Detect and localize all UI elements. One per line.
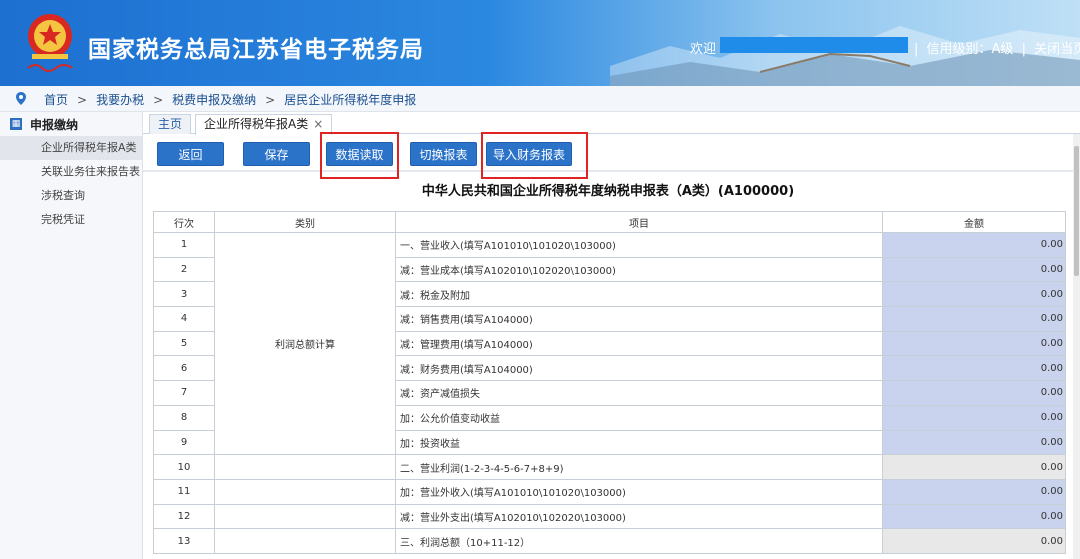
toolbar: 返回 保存 数据读取 切换报表 导入财务报表 — [143, 134, 1073, 172]
row-number: 12 — [153, 503, 215, 530]
amount-input-cell[interactable]: 0.00 — [882, 503, 1066, 530]
item-cell: 减：营业成本(填写A102010\102020\103000) — [395, 256, 883, 283]
sidebar-heading-label: 申报缴纳 — [30, 117, 79, 132]
close-page-link[interactable]: 关闭当页 — [1034, 42, 1080, 57]
breadcrumb-current: 居民企业所得税年度申报 — [284, 93, 417, 107]
category-cell-empty — [214, 503, 396, 530]
row-number: 2 — [153, 256, 215, 283]
table-row: 11 加：营业外收入(填写A101010\101020\103000) 0.00 — [153, 478, 1066, 505]
amount-computed-cell: 0.00 — [882, 454, 1066, 480]
table-header-row: 行次 类别 项目 金额 — [153, 211, 1066, 233]
table-row: 10 二、营业利润(1-2-3-4-5-6-7+8+9) 0.00 — [153, 454, 1066, 480]
row-number: 7 — [153, 380, 215, 406]
breadcrumb-declare[interactable]: 税费申报及缴纳 — [172, 93, 256, 107]
form-title: 中华人民共和国企业所得税年度纳税申报表（A类）(A100000) — [421, 184, 795, 199]
breadcrumb-bar: 首页 > 我要办税 > 税费申报及缴纳 > 居民企业所得税年度申报 — [0, 86, 1080, 112]
breadcrumb-separator: > — [265, 93, 276, 107]
amount-input-cell[interactable]: 0.00 — [882, 306, 1066, 332]
welcome-text: 欢迎 — [690, 42, 717, 57]
amount-input-cell[interactable]: 0.00 — [882, 330, 1066, 357]
sidebar-item-tax-query[interactable]: 涉税查询 — [0, 184, 142, 208]
item-cell: 减：财务费用(填写A104000) — [395, 355, 883, 382]
highlight-box-import — [481, 132, 588, 179]
tax-emblem-icon — [27, 14, 73, 72]
back-button[interactable]: 返回 — [157, 142, 224, 166]
item-cell: 三、利润总额（10+11-12） — [395, 528, 883, 554]
separator: | — [914, 42, 919, 57]
category-cell-empty — [214, 528, 396, 554]
row-number: 3 — [153, 281, 215, 308]
tab-annual-a[interactable]: 企业所得税年报A类 × — [195, 114, 333, 135]
item-cell: 加：营业外收入(填写A101010\101020\103000) — [395, 478, 883, 505]
site-header: 国家税务总局江苏省电子税务局 欢迎 | 信用级别：A级 | 关闭当页 — [0, 0, 1080, 86]
sidebar-item-related-report[interactable]: 关联业务往来报告表 — [0, 160, 142, 184]
table-row: 1 利润总额计算 一、营业收入(填写A101010\101020\103000) 0.… — [153, 231, 1066, 456]
scrollbar-thumb[interactable] — [1074, 146, 1079, 276]
row-number: 10 — [153, 454, 215, 480]
location-pin-icon — [16, 92, 26, 105]
tab-home-label: 主页 — [158, 117, 183, 131]
amount-input-cell[interactable]: 0.00 — [882, 281, 1066, 308]
item-cell: 减：营业外支出(填写A102010\102020\103000) — [395, 503, 883, 530]
category-cell-empty — [214, 478, 396, 505]
breadcrumb-taxes[interactable]: 我要办税 — [96, 93, 144, 107]
category-cell: 利润总额计算 — [214, 231, 396, 456]
row-number: 6 — [153, 355, 215, 382]
redacted-username — [720, 37, 908, 53]
item-cell: 减：销售费用(填写A104000) — [395, 306, 883, 332]
tab-home[interactable]: 主页 — [149, 114, 192, 134]
item-cell: 减：管理费用(填写A104000) — [395, 330, 883, 357]
breadcrumb-home[interactable]: 首页 — [44, 93, 68, 107]
sidebar: ▦ 申报缴纳 企业所得税年报A类 关联业务往来报告表 涉税查询 完税凭证 — [0, 112, 143, 559]
row-number: 11 — [153, 478, 215, 505]
credit-level-link[interactable]: 信用级别：A级 — [927, 42, 1014, 57]
item-cell: 加：投资收益 — [395, 429, 883, 456]
item-cell: 减：资产减值损失 — [395, 380, 883, 406]
row-number: 5 — [153, 330, 215, 357]
amount-input-cell[interactable]: 0.00 — [882, 380, 1066, 406]
amount-input-cell[interactable]: 0.00 — [882, 256, 1066, 283]
sidebar-heading[interactable]: ▦ 申报缴纳 — [0, 112, 142, 136]
separator: | — [1021, 42, 1026, 57]
sidebar-item-annual-a[interactable]: 企业所得税年报A类 — [0, 136, 142, 160]
tab-annual-a-label: 企业所得税年报A类 — [204, 117, 309, 131]
category-cell-empty — [214, 454, 396, 480]
table-row: 13 三、利润总额（10+11-12） 0.00 — [153, 528, 1066, 554]
row-number: 1 — [153, 232, 215, 258]
col-header-amount: 金额 — [882, 211, 1066, 233]
sidebar-item-tax-certificate[interactable]: 完税凭证 — [0, 208, 142, 232]
row-number: 8 — [153, 404, 215, 431]
item-cell: 一、营业收入(填写A101010\101020\103000) — [395, 232, 883, 258]
highlight-box-read-data — [320, 132, 399, 179]
row-number: 4 — [153, 306, 215, 332]
item-cell: 减：税金及附加 — [395, 281, 883, 308]
menu-grid-icon: ▦ — [10, 118, 22, 130]
amount-input-cell[interactable]: 0.00 — [882, 355, 1066, 382]
col-header-line: 行次 — [153, 211, 215, 233]
breadcrumb-separator: > — [77, 93, 88, 107]
amount-input-cell[interactable]: 0.00 — [882, 478, 1066, 505]
table-row: 12 减：营业外支出(填写A102010\102020\103000) 0.00 — [153, 503, 1066, 530]
row-number: 9 — [153, 429, 215, 456]
col-header-item: 项目 — [395, 211, 883, 233]
amount-input-cell[interactable]: 0.00 — [882, 429, 1066, 456]
declaration-table: 行次 类别 项目 金额 1 利润总额计算 一、营业收入(填写A101010\1010… — [153, 211, 1066, 554]
tab-bar: 主页 企业所得税年报A类 × — [143, 112, 1080, 135]
breadcrumb: 首页 > 我要办税 > 税费申报及缴纳 > 居民企业所得税年度申报 — [44, 91, 416, 108]
breadcrumb-separator: > — [153, 93, 164, 107]
site-title: 国家税务总局江苏省电子税务局 — [88, 37, 424, 63]
col-header-category: 类别 — [214, 211, 396, 233]
amount-input-cell[interactable]: 0.00 — [882, 232, 1066, 258]
row-number: 13 — [153, 528, 215, 554]
item-cell: 二、营业利润(1-2-3-4-5-6-7+8+9) — [395, 454, 883, 480]
header-links: | 信用级别：A级 | 关闭当页 — [912, 38, 1080, 57]
item-cell: 加：公允价值变动收益 — [395, 404, 883, 431]
switch-report-button[interactable]: 切换报表 — [410, 142, 477, 166]
close-icon[interactable]: × — [313, 117, 323, 131]
amount-computed-cell: 0.00 — [882, 528, 1066, 554]
amount-input-cell[interactable]: 0.00 — [882, 404, 1066, 431]
save-button[interactable]: 保存 — [243, 142, 310, 166]
